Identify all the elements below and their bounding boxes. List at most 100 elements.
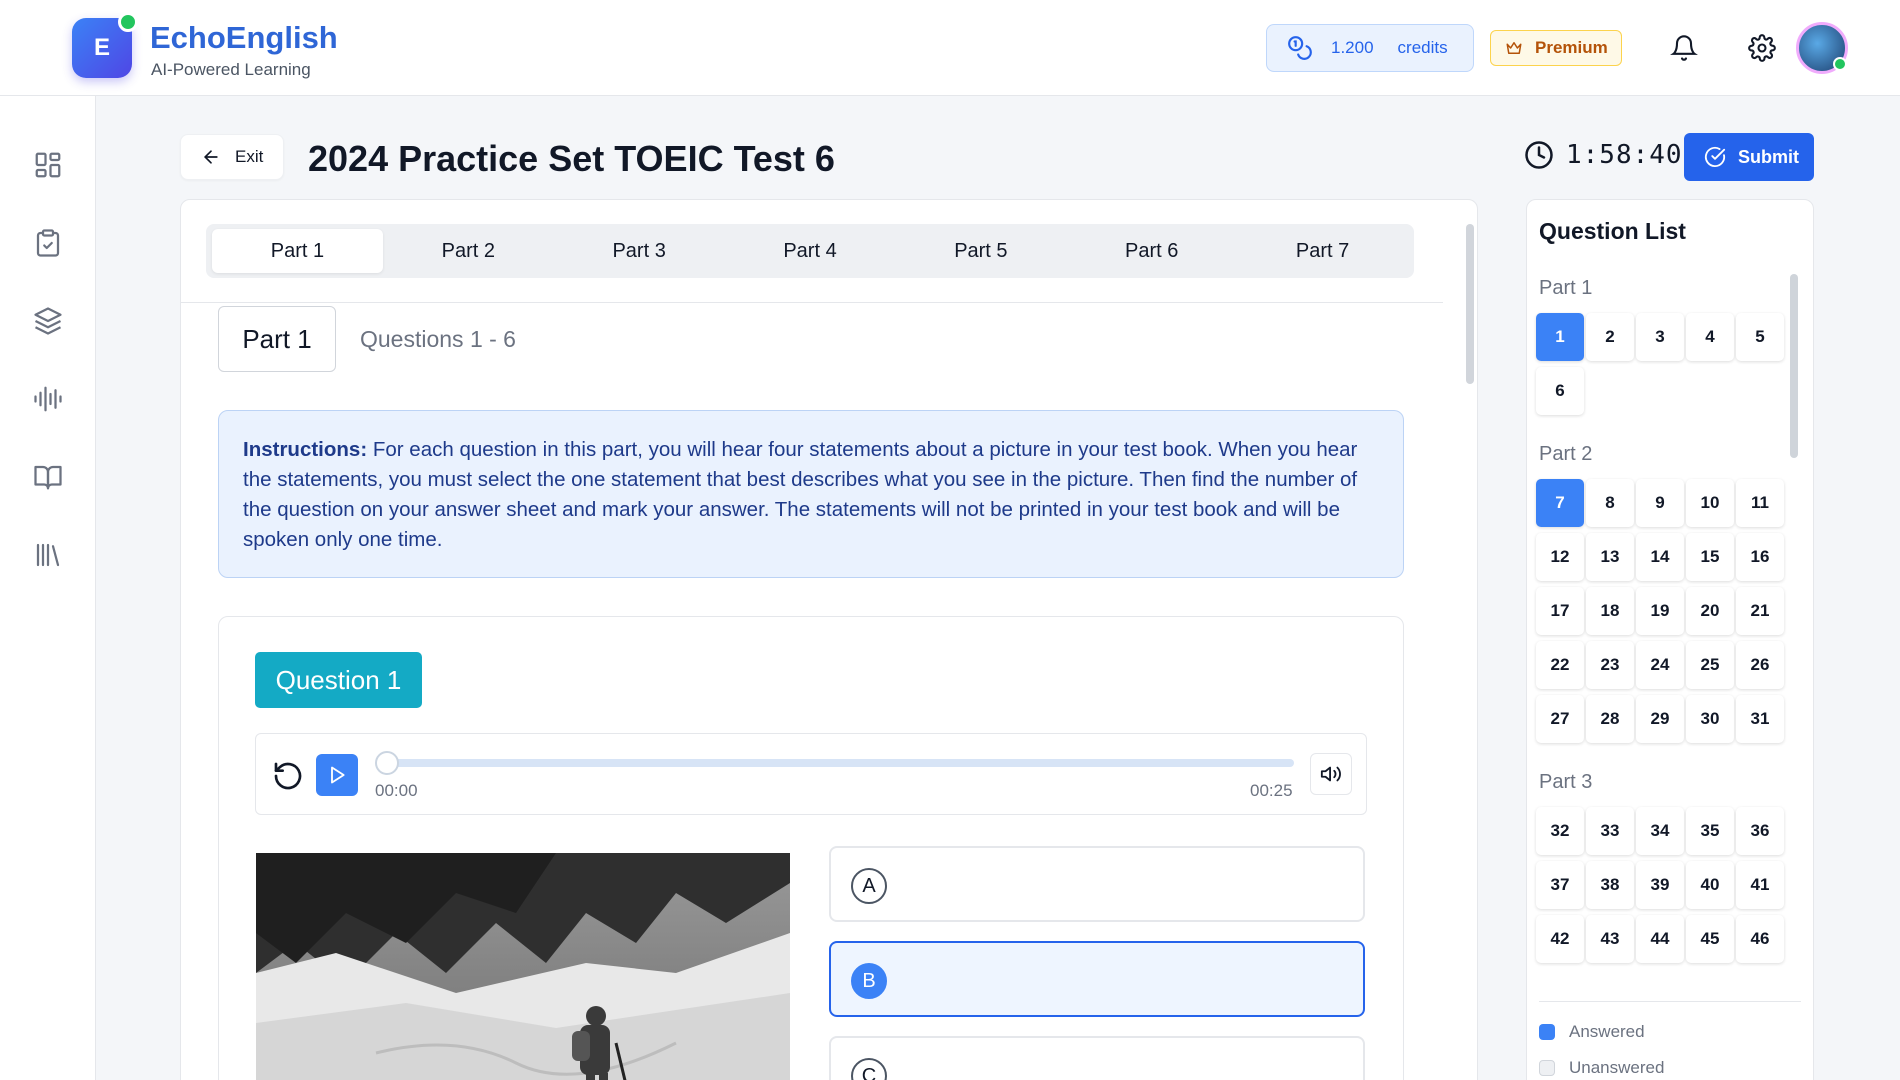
book-open-icon[interactable] [33, 462, 63, 492]
avatar-status-dot [1833, 57, 1847, 71]
part-heading: Part 1 [218, 306, 336, 372]
question-number-11[interactable]: 11 [1736, 479, 1784, 527]
question-number-39[interactable]: 39 [1636, 861, 1684, 909]
question-number-42[interactable]: 42 [1536, 915, 1584, 963]
layers-icon[interactable] [33, 306, 63, 336]
play-button[interactable] [316, 754, 358, 796]
question-number-24[interactable]: 24 [1636, 641, 1684, 689]
credits-badge[interactable]: 1.200 credits [1266, 24, 1474, 72]
question-number-10[interactable]: 10 [1686, 479, 1734, 527]
sidebar [0, 96, 96, 1080]
question-number-14[interactable]: 14 [1636, 533, 1684, 581]
question-range: Questions 1 - 6 [360, 326, 516, 352]
question-number-18[interactable]: 18 [1586, 587, 1634, 635]
answer-option-a[interactable]: A [829, 846, 1365, 922]
tab-part-7[interactable]: Part 7 [1237, 229, 1408, 273]
question-number-23[interactable]: 23 [1586, 641, 1634, 689]
tab-part-6[interactable]: Part 6 [1066, 229, 1237, 273]
question-number-5[interactable]: 5 [1736, 313, 1784, 361]
question-list-part-label: Part 1 [1539, 277, 1593, 299]
question-number-41[interactable]: 41 [1736, 861, 1784, 909]
check-circle-icon [1704, 146, 1726, 167]
question-number-12[interactable]: 12 [1536, 533, 1584, 581]
legend-unanswered-label: Unanswered [1569, 1058, 1665, 1077]
question-number-1[interactable]: 1 [1536, 313, 1584, 361]
question-number-40[interactable]: 40 [1686, 861, 1734, 909]
question-number-33[interactable]: 33 [1586, 807, 1634, 855]
volume-icon [1320, 766, 1341, 782]
instructions-text: For each question in this part, you will… [243, 438, 1358, 551]
question-number-22[interactable]: 22 [1536, 641, 1584, 689]
library-icon[interactable] [33, 540, 63, 570]
question-number-46[interactable]: 46 [1736, 915, 1784, 963]
question-number-20[interactable]: 20 [1686, 587, 1734, 635]
question-number-27[interactable]: 27 [1536, 695, 1584, 743]
question-number-19[interactable]: 19 [1636, 587, 1684, 635]
audio-progress-handle[interactable] [375, 751, 399, 775]
content-scrollbar[interactable] [1466, 224, 1474, 384]
tab-part-4[interactable]: Part 4 [725, 229, 896, 273]
replay-icon[interactable] [272, 760, 304, 792]
audio-wave-icon[interactable] [33, 384, 63, 414]
question-number-16[interactable]: 16 [1736, 533, 1784, 581]
question-list-part-label: Part 2 [1539, 443, 1593, 465]
question-number-13[interactable]: 13 [1586, 533, 1634, 581]
question-number-30[interactable]: 30 [1686, 695, 1734, 743]
legend-answered-label: Answered [1569, 1022, 1645, 1041]
audio-progress-track[interactable] [376, 759, 1294, 767]
gear-icon[interactable] [1748, 34, 1776, 62]
tab-part-2[interactable]: Part 2 [383, 229, 554, 273]
exit-button[interactable]: Exit [180, 134, 284, 180]
credits-label: credits [1397, 38, 1448, 57]
app-logo[interactable]: E [72, 12, 138, 78]
answer-option-b[interactable]: B [829, 941, 1365, 1017]
timer-value: 1:58:40 [1566, 140, 1683, 170]
question-number-9[interactable]: 9 [1636, 479, 1684, 527]
question-number-43[interactable]: 43 [1586, 915, 1634, 963]
question-number-7[interactable]: 7 [1536, 479, 1584, 527]
option-letter-a: A [851, 868, 887, 904]
online-status-dot [118, 12, 138, 32]
question-number-2[interactable]: 2 [1586, 313, 1634, 361]
question-list-scrollbar[interactable] [1790, 274, 1798, 458]
premium-badge[interactable]: Premium [1490, 30, 1622, 66]
coins-icon [1288, 36, 1312, 60]
tab-part-1[interactable]: Part 1 [212, 229, 383, 273]
question-number-17[interactable]: 17 [1536, 587, 1584, 635]
question-number-25[interactable]: 25 [1686, 641, 1734, 689]
legend-unanswered: Unanswered [1539, 1058, 1664, 1078]
question-number-15[interactable]: 15 [1686, 533, 1734, 581]
question-number-34[interactable]: 34 [1636, 807, 1684, 855]
page-title: 2024 Practice Set TOEIC Test 6 [308, 138, 835, 179]
tab-part-5[interactable]: Part 5 [895, 229, 1066, 273]
volume-button[interactable] [1310, 753, 1352, 795]
submit-button[interactable]: Submit [1684, 133, 1814, 181]
audio-duration: 00:25 [1250, 781, 1293, 800]
question-badge: Question 1 [255, 652, 422, 708]
question-number-32[interactable]: 32 [1536, 807, 1584, 855]
dashboard-icon[interactable] [33, 150, 63, 180]
bell-icon[interactable] [1670, 34, 1698, 62]
question-number-29[interactable]: 29 [1636, 695, 1684, 743]
question-number-8[interactable]: 8 [1586, 479, 1634, 527]
question-number-35[interactable]: 35 [1686, 807, 1734, 855]
question-number-21[interactable]: 21 [1736, 587, 1784, 635]
question-number-4[interactable]: 4 [1686, 313, 1734, 361]
credits-value: 1.200 [1331, 38, 1374, 57]
question-number-31[interactable]: 31 [1736, 695, 1784, 743]
clipboard-check-icon[interactable] [33, 228, 63, 258]
question-number-36[interactable]: 36 [1736, 807, 1784, 855]
question-number-6[interactable]: 6 [1536, 367, 1584, 415]
question-number-45[interactable]: 45 [1686, 915, 1734, 963]
tab-part-3[interactable]: Part 3 [554, 229, 725, 273]
answer-option-c[interactable]: C [829, 1036, 1365, 1080]
legend-divider [1539, 1001, 1801, 1002]
question-number-44[interactable]: 44 [1636, 915, 1684, 963]
question-number-37[interactable]: 37 [1536, 861, 1584, 909]
question-number-3[interactable]: 3 [1636, 313, 1684, 361]
question-number-28[interactable]: 28 [1586, 695, 1634, 743]
question-number-26[interactable]: 26 [1736, 641, 1784, 689]
brand-name: EchoEnglish [150, 20, 338, 55]
user-avatar[interactable] [1796, 22, 1848, 74]
question-number-38[interactable]: 38 [1586, 861, 1634, 909]
